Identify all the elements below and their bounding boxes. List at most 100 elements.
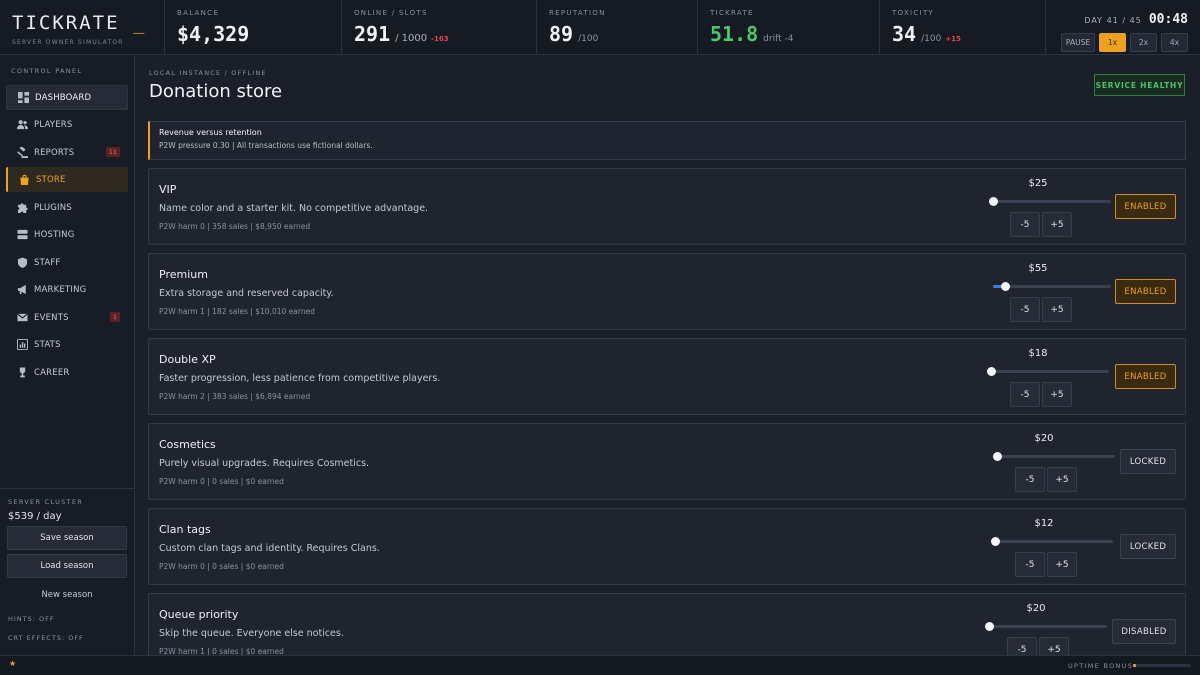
main-content: LOCAL INSTANCE / OFFLINE Donation store … xyxy=(136,56,1200,655)
load-season-button[interactable]: Load season xyxy=(7,554,127,578)
sidebar-item-store[interactable]: STORE xyxy=(6,167,128,192)
sidebar-item-career[interactable]: CAREER xyxy=(6,360,128,385)
toxicity-max: /100 xyxy=(921,34,942,44)
price-slider-thumb[interactable] xyxy=(985,622,994,631)
notice-title: Revenue versus retention xyxy=(159,128,262,137)
sidebar: CONTROL PANEL DASHBOARD PLAYERS REPORTS … xyxy=(0,56,135,655)
price-slider[interactable] xyxy=(987,367,1109,376)
save-season-button[interactable]: Save season xyxy=(7,526,127,550)
sidebar-item-label: EVENTS xyxy=(34,312,69,323)
item-status-toggle[interactable]: ENABLED xyxy=(1115,279,1176,304)
top-stats-bar: TICKRATE _ SERVER OWNER SIMULATOR BALANC… xyxy=(0,0,1200,55)
tickrate-stat: TICKRATE 51.8 drift -4 xyxy=(698,0,880,54)
sidebar-item-players[interactable]: PLAYERS xyxy=(6,112,128,137)
notice-text: P2W pressure 0.30 | All transactions use… xyxy=(159,141,373,150)
new-season-button[interactable]: New season xyxy=(7,590,127,600)
sidebar-item-hosting[interactable]: HOSTING xyxy=(6,222,128,247)
uptime-bonus-label: UPTIME BONUS xyxy=(1068,662,1134,670)
players-icon xyxy=(17,119,28,130)
store-item-vip: VIP Name color and a starter kit. No com… xyxy=(148,168,1186,245)
online-stat: ONLINE / SLOTS 291 / 1000 -163 xyxy=(342,0,537,54)
sidebar-item-plugins[interactable]: PLUGINS xyxy=(6,195,128,220)
crt-effects-toggle[interactable]: CRT EFFECTS: OFF xyxy=(8,634,84,642)
tickrate-drift: drift -4 xyxy=(763,34,794,44)
item-stats: P2W harm 0 | 0 sales | $0 earned xyxy=(159,477,284,486)
revenue-notice: Revenue versus retention P2W pressure 0.… xyxy=(148,121,1186,160)
sidebar-item-label: PLUGINS xyxy=(34,202,72,213)
sidebar-item-staff[interactable]: STAFF xyxy=(6,250,128,275)
bag-icon xyxy=(19,174,30,185)
item-price: $12 xyxy=(1034,518,1054,529)
price-minus-button[interactable]: -5 xyxy=(1010,212,1040,237)
price-slider-thumb[interactable] xyxy=(993,452,1002,461)
price-plus-button[interactable]: +5 xyxy=(1047,552,1077,577)
tickrate-label: TICKRATE xyxy=(710,9,754,17)
hints-toggle[interactable]: HINTS: OFF xyxy=(8,615,55,623)
price-plus-button[interactable]: +5 xyxy=(1042,212,1072,237)
server-cluster-cost: $539 / day xyxy=(8,511,62,522)
toxicity-stat: TOXICITY 34/100 +15 xyxy=(880,0,1046,54)
price-slider[interactable] xyxy=(991,537,1113,546)
price-minus-button[interactable]: -5 xyxy=(1010,297,1040,322)
puzzle-icon xyxy=(17,202,28,213)
price-plus-button[interactable]: +5 xyxy=(1047,467,1077,492)
reports-badge: 11 xyxy=(105,147,120,157)
item-status-toggle[interactable]: ENABLED xyxy=(1115,364,1176,389)
speed-controls: PAUSE 1x 2x 4x xyxy=(1058,33,1188,52)
toxicity-delta: +15 xyxy=(945,35,961,43)
speed-2x-button[interactable]: 2x xyxy=(1130,33,1157,52)
item-status-toggle[interactable]: LOCKED xyxy=(1120,449,1176,474)
reputation-stat: REPUTATION 89/100 xyxy=(537,0,698,54)
item-price: $20 xyxy=(1026,603,1046,614)
price-minus-button[interactable]: -5 xyxy=(1010,382,1040,407)
clock-panel: DAY 41 / 45 00:48 PAUSE 1x 2x 4x xyxy=(1046,0,1200,54)
store-item-queue-priority: Queue priority Skip the queue. Everyone … xyxy=(148,593,1186,655)
sidebar-item-stats[interactable]: STATS xyxy=(6,332,128,357)
price-slider-thumb[interactable] xyxy=(987,367,996,376)
price-minus-button[interactable]: -5 xyxy=(1015,467,1045,492)
item-status-toggle[interactable]: ENABLED xyxy=(1115,194,1176,219)
item-status-toggle[interactable]: DISABLED xyxy=(1112,619,1176,644)
item-status-toggle[interactable]: LOCKED xyxy=(1120,534,1176,559)
speed-4x-button[interactable]: 4x xyxy=(1161,33,1188,52)
item-stats: P2W harm 1 | 0 sales | $0 earned xyxy=(159,647,284,655)
balance-value: $4,329 xyxy=(177,22,250,46)
item-stats: P2W harm 2 | 383 sales | $6,894 earned xyxy=(159,392,311,401)
sidebar-item-marketing[interactable]: MARKETING xyxy=(6,277,128,302)
sidebar-item-label: MARKETING xyxy=(34,284,87,295)
price-minus-button[interactable]: -5 xyxy=(1007,637,1037,655)
price-plus-button[interactable]: +5 xyxy=(1042,382,1072,407)
pause-button[interactable]: PAUSE xyxy=(1061,33,1095,52)
sidebar-item-reports[interactable]: REPORTS 11 xyxy=(6,140,128,165)
item-name: Double XP xyxy=(159,353,216,366)
price-slider-thumb[interactable] xyxy=(1000,282,1010,291)
speed-1x-button[interactable]: 1x xyxy=(1099,33,1126,52)
sidebar-item-events[interactable]: EVENTS 1 xyxy=(6,305,128,330)
store-item-premium: Premium Extra storage and reserved capac… xyxy=(148,253,1186,330)
mail-icon xyxy=(17,312,28,323)
balance-label: BALANCE xyxy=(177,9,220,17)
price-slider[interactable] xyxy=(985,622,1107,631)
price-plus-button[interactable]: +5 xyxy=(1042,297,1072,322)
price-slider[interactable] xyxy=(993,452,1115,461)
price-plus-button[interactable]: +5 xyxy=(1039,637,1069,655)
item-price: $18 xyxy=(1028,348,1048,359)
brand: TICKRATE _ SERVER OWNER SIMULATOR xyxy=(0,0,165,54)
price-slider-thumb[interactable] xyxy=(989,197,998,206)
balance-stat: BALANCE $4,329 xyxy=(165,0,342,54)
item-stats: P2W harm 0 | 358 sales | $8,950 earned xyxy=(159,222,311,231)
brand-title-text: TICKRATE xyxy=(12,12,120,34)
sidebar-item-label: HOSTING xyxy=(34,229,75,240)
events-badge: 1 xyxy=(109,312,120,322)
price-slider-thumb[interactable] xyxy=(991,537,1000,546)
online-delta: -163 xyxy=(431,35,449,43)
sidebar-item-dashboard[interactable]: DASHBOARD xyxy=(6,85,128,110)
price-minus-button[interactable]: -5 xyxy=(1015,552,1045,577)
store-item-double-xp: Double XP Faster progression, less patie… xyxy=(148,338,1186,415)
day-counter: DAY 41 / 45 xyxy=(1084,16,1142,25)
online-slots: / 1000 xyxy=(395,33,428,44)
price-slider[interactable] xyxy=(993,282,1111,291)
price-slider[interactable] xyxy=(989,197,1111,206)
brand-title: TICKRATE _ xyxy=(12,12,164,34)
reputation-max: /100 xyxy=(578,34,599,44)
